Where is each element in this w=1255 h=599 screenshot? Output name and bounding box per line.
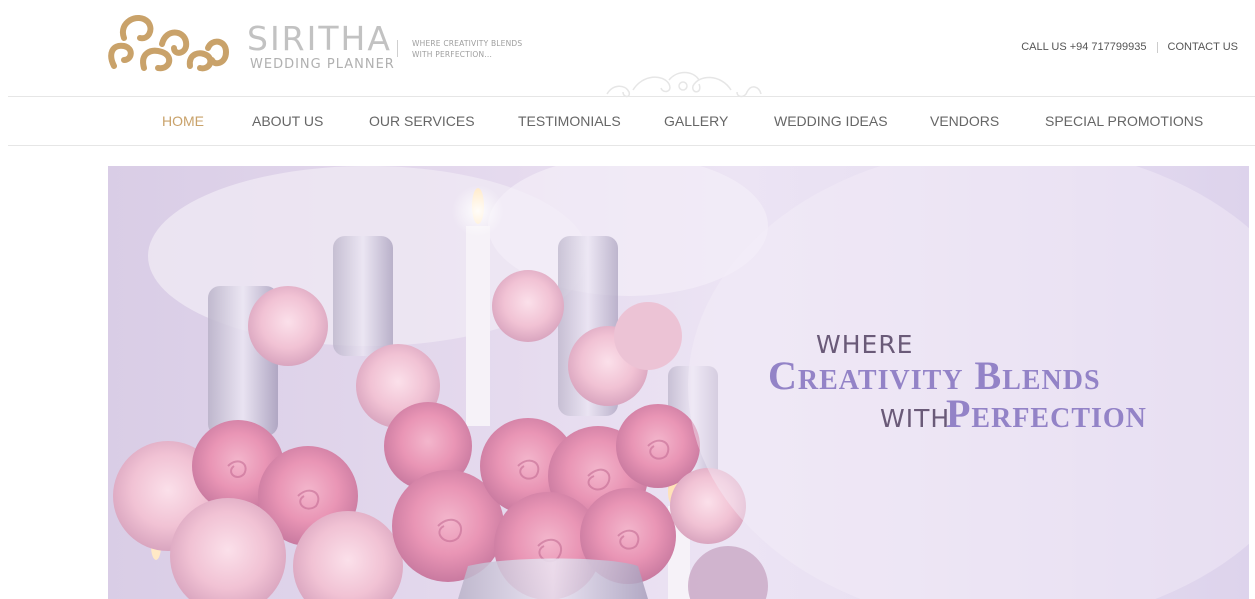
brand-tagline: WHERE CREATIVITY BLENDS WITH PERFECTION.…	[412, 38, 572, 60]
contact-bar: CALL US +94 717799935 CONTACT US	[1021, 41, 1238, 53]
nav-item-home[interactable]: HOME	[162, 97, 204, 145]
hero-line-2: Perfection	[946, 391, 1147, 436]
hero-headline: WHERE Creativity Blends WITH Perfection	[768, 326, 1238, 446]
siritha-logo-icon[interactable]	[104, 8, 232, 76]
tagline-line-1: WHERE CREATIVITY BLENDS	[412, 39, 523, 48]
nav-item-special-promotions[interactable]: SPECIAL PROMOTIONS	[1045, 97, 1203, 145]
nav-item-our-services[interactable]: OUR SERVICES	[369, 97, 475, 145]
ornament-icon	[606, 71, 762, 98]
hero-with-text: WITH	[880, 404, 951, 433]
brand-name: SIRITHA	[247, 19, 392, 58]
brand-divider	[397, 40, 398, 57]
site-header: SIRITHA WEDDING PLANNER WHERE CREATIVITY…	[0, 0, 1255, 98]
nav-item-gallery[interactable]: GALLERY	[664, 97, 728, 145]
brand-subtitle: WEDDING PLANNER	[250, 57, 395, 72]
main-nav: HOME ABOUT US OUR SERVICES TESTIMONIALS …	[8, 96, 1255, 146]
nav-item-testimonials[interactable]: TESTIMONIALS	[518, 97, 621, 145]
contact-us-link[interactable]: CONTACT US	[1168, 41, 1239, 53]
nav-item-vendors[interactable]: VENDORS	[930, 97, 999, 145]
hero-banner: WHERE Creativity Blends WITH Perfection	[108, 166, 1249, 599]
nav-item-wedding-ideas[interactable]: WEDDING IDEAS	[774, 97, 888, 145]
nav-item-about-us[interactable]: ABOUT US	[252, 97, 323, 145]
tagline-line-2: WITH PERFECTION...	[412, 50, 493, 59]
phone-number[interactable]: CALL US +94 717799935	[1021, 41, 1146, 53]
contact-separator	[1156, 41, 1158, 53]
